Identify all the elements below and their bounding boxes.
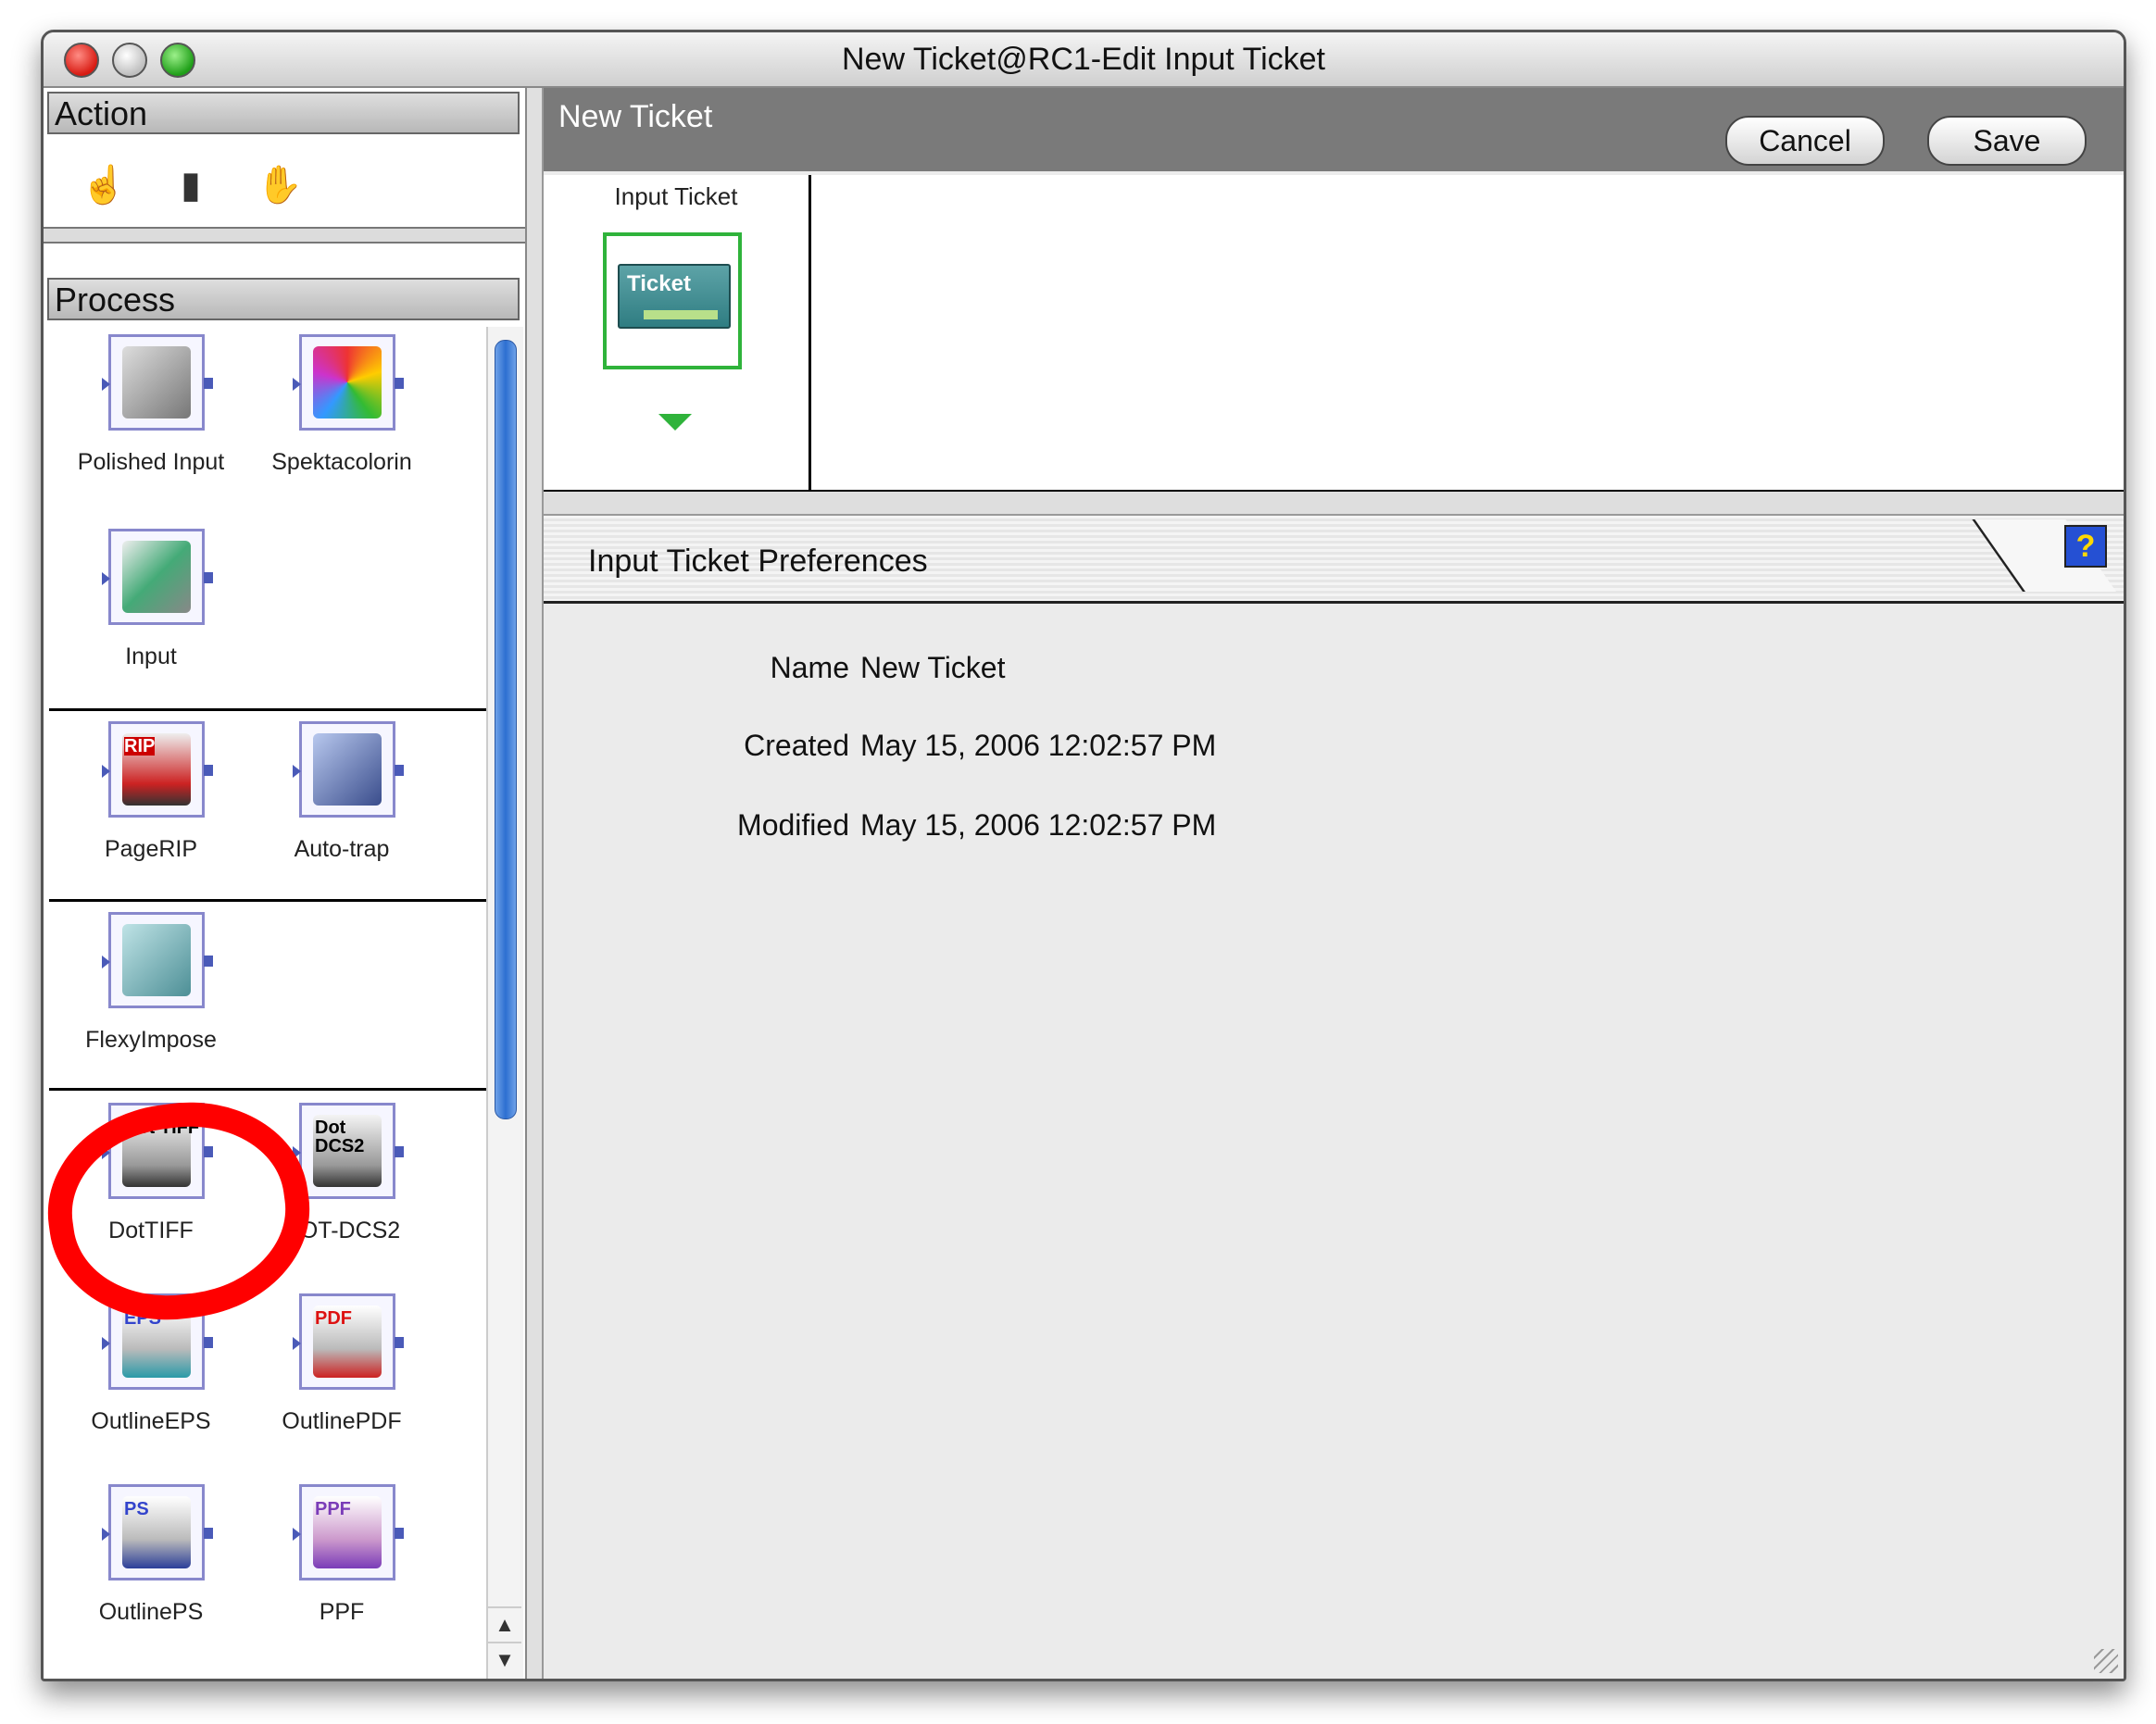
- process-list: Polished Input Spektacolorin Input RIP P…: [49, 327, 486, 1679]
- hand-stop-icon[interactable]: ✋: [257, 162, 303, 208]
- window-title: New Ticket@RC1-Edit Input Ticket: [841, 42, 1326, 77]
- outline-ps-icon: PS: [102, 1484, 213, 1580]
- pagerip-icon: RIP: [102, 721, 213, 818]
- polished-input-icon: [102, 334, 213, 431]
- scroll-down-arrow-icon[interactable]: ▼: [488, 1642, 521, 1677]
- process-item-flexyimpose[interactable]: FlexyImpose: [58, 912, 244, 1069]
- process-group-divider: [49, 708, 486, 711]
- scroll-up-arrow-icon[interactable]: ▲: [488, 1606, 521, 1642]
- spektacolorin-icon: [293, 334, 404, 431]
- flow-area: Input Ticket Ticket: [544, 175, 2124, 493]
- created-value: May 15, 2006 12:02:57 PM: [860, 729, 1217, 762]
- modified-value: May 15, 2006 12:02:57 PM: [860, 808, 1217, 842]
- flexyimpose-icon: [102, 912, 213, 1008]
- help-icon[interactable]: ?: [2064, 525, 2107, 568]
- process-item-input[interactable]: Input: [58, 529, 244, 686]
- preferences-header: Input Ticket Preferences ?: [544, 516, 2124, 604]
- outline-pdf-icon: PDF: [293, 1293, 404, 1390]
- preferences-title: Input Ticket Preferences: [588, 543, 928, 579]
- ticket-icon: Ticket: [618, 264, 731, 329]
- cancel-button[interactable]: Cancel: [1725, 116, 1885, 166]
- vertical-splitter[interactable]: [527, 88, 544, 1679]
- process-item-polished-input[interactable]: Polished Input: [58, 334, 244, 492]
- expand-triangle-icon[interactable]: [658, 414, 692, 431]
- preferences-body: Name New Ticket Created May 15, 2006 12:…: [544, 605, 2124, 1679]
- edit-input-ticket-window: New Ticket@RC1-Edit Input Ticket Action …: [41, 30, 2126, 1681]
- process-item-auto-trap[interactable]: Auto-trap: [249, 721, 434, 879]
- name-label: Name: [770, 651, 849, 684]
- input-ticket-node[interactable]: Ticket: [603, 232, 742, 369]
- created-label: Created: [744, 729, 849, 762]
- process-group-divider: [49, 899, 486, 902]
- scroll-thumb[interactable]: [495, 340, 517, 1119]
- process-item-spektacolorin[interactable]: Spektacolorin: [249, 334, 434, 492]
- process-item-pagerip[interactable]: RIP PageRIP: [58, 721, 244, 879]
- right-panel: New Ticket Cancel Save Input Ticket Tick…: [544, 88, 2124, 1679]
- resize-grip-icon[interactable]: [2094, 1649, 2118, 1673]
- save-button[interactable]: Save: [1927, 116, 2087, 166]
- dot-dcs2-icon: Dot DCS2: [293, 1103, 404, 1199]
- horizontal-splitter[interactable]: [544, 492, 2124, 516]
- process-group-divider: [49, 1088, 486, 1091]
- process-item-outline-ps[interactable]: PS OutlinePS: [58, 1484, 244, 1642]
- modified-label: Modified: [737, 808, 849, 842]
- title-bar[interactable]: New Ticket@RC1-Edit Input Ticket: [44, 32, 2124, 88]
- name-value: New Ticket: [860, 651, 1006, 684]
- ppf-icon: PPF: [293, 1484, 404, 1580]
- toolbox-icon[interactable]: ▮: [168, 162, 214, 208]
- left-panel: Action ☝ ▮ ✋ Process Polished Input Spek…: [44, 88, 528, 1679]
- action-header: Action: [47, 92, 520, 134]
- process-scrollbar[interactable]: ▲ ▼: [486, 327, 523, 1679]
- ticket-title: New Ticket: [558, 99, 713, 134]
- action-process-divider[interactable]: [44, 227, 525, 244]
- ticket-header-bar: New Ticket Cancel Save: [544, 88, 2124, 171]
- auto-trap-icon: [293, 721, 404, 818]
- input-icon: [102, 529, 213, 625]
- input-ticket-column: Input Ticket Ticket: [544, 175, 811, 490]
- process-header: Process: [47, 278, 520, 320]
- hand-point-icon[interactable]: ☝: [81, 162, 127, 208]
- input-ticket-label: Input Ticket: [614, 182, 738, 210]
- process-item-ppf[interactable]: PPF PPF: [249, 1484, 434, 1642]
- process-item-outline-pdf[interactable]: PDF OutlinePDF: [249, 1293, 434, 1451]
- action-toolbar: ☝ ▮ ✋: [44, 162, 525, 218]
